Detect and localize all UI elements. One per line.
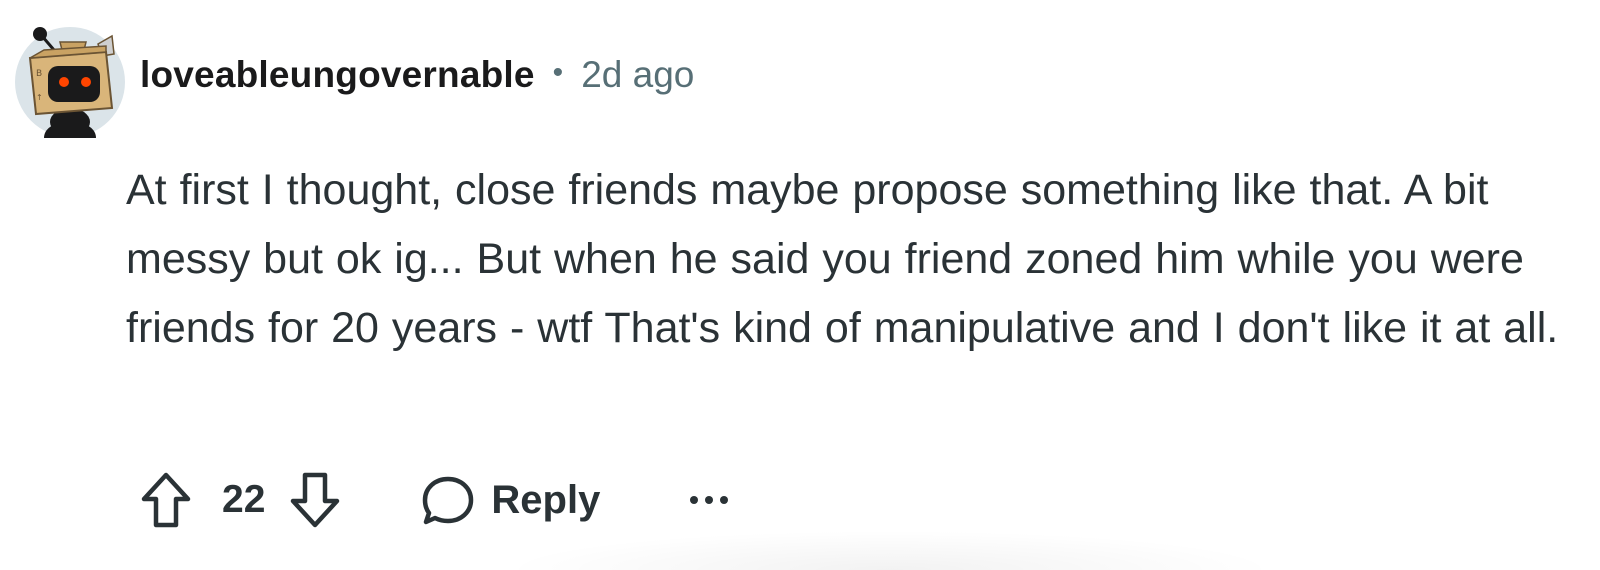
downvote-button[interactable] bbox=[289, 471, 341, 529]
ellipsis-icon bbox=[690, 496, 729, 504]
reply-button[interactable]: Reply bbox=[421, 473, 600, 527]
more-options-button[interactable] bbox=[684, 480, 734, 520]
arrow-down-icon bbox=[291, 472, 340, 528]
comment-header: loveableungovernable • 2d ago bbox=[140, 50, 694, 100]
svg-text:B: B bbox=[36, 69, 42, 79]
speech-bubble-icon bbox=[423, 476, 474, 525]
arrow-up-icon bbox=[141, 472, 191, 528]
upvote-button[interactable] bbox=[140, 471, 192, 529]
user-avatar[interactable]: B ↑ bbox=[14, 20, 126, 138]
vote-score: 22 bbox=[222, 478, 266, 521]
reply-label: Reply bbox=[491, 477, 601, 522]
meta-separator: • bbox=[552, 56, 564, 89]
svg-text:↑: ↑ bbox=[36, 93, 43, 102]
timestamp[interactable]: 2d ago bbox=[581, 54, 694, 96]
bottom-fade bbox=[500, 530, 1280, 570]
comment: B ↑ loveableungovernable • 2d ago At fir… bbox=[0, 0, 1600, 570]
comment-actions: 22 Reply bbox=[140, 468, 734, 532]
snoo-cardboard-box-avatar-icon: B ↑ bbox=[15, 27, 125, 138]
username-link[interactable]: loveableungovernable bbox=[140, 54, 535, 96]
comment-body: At first I thought, close friends maybe … bbox=[126, 166, 1559, 352]
